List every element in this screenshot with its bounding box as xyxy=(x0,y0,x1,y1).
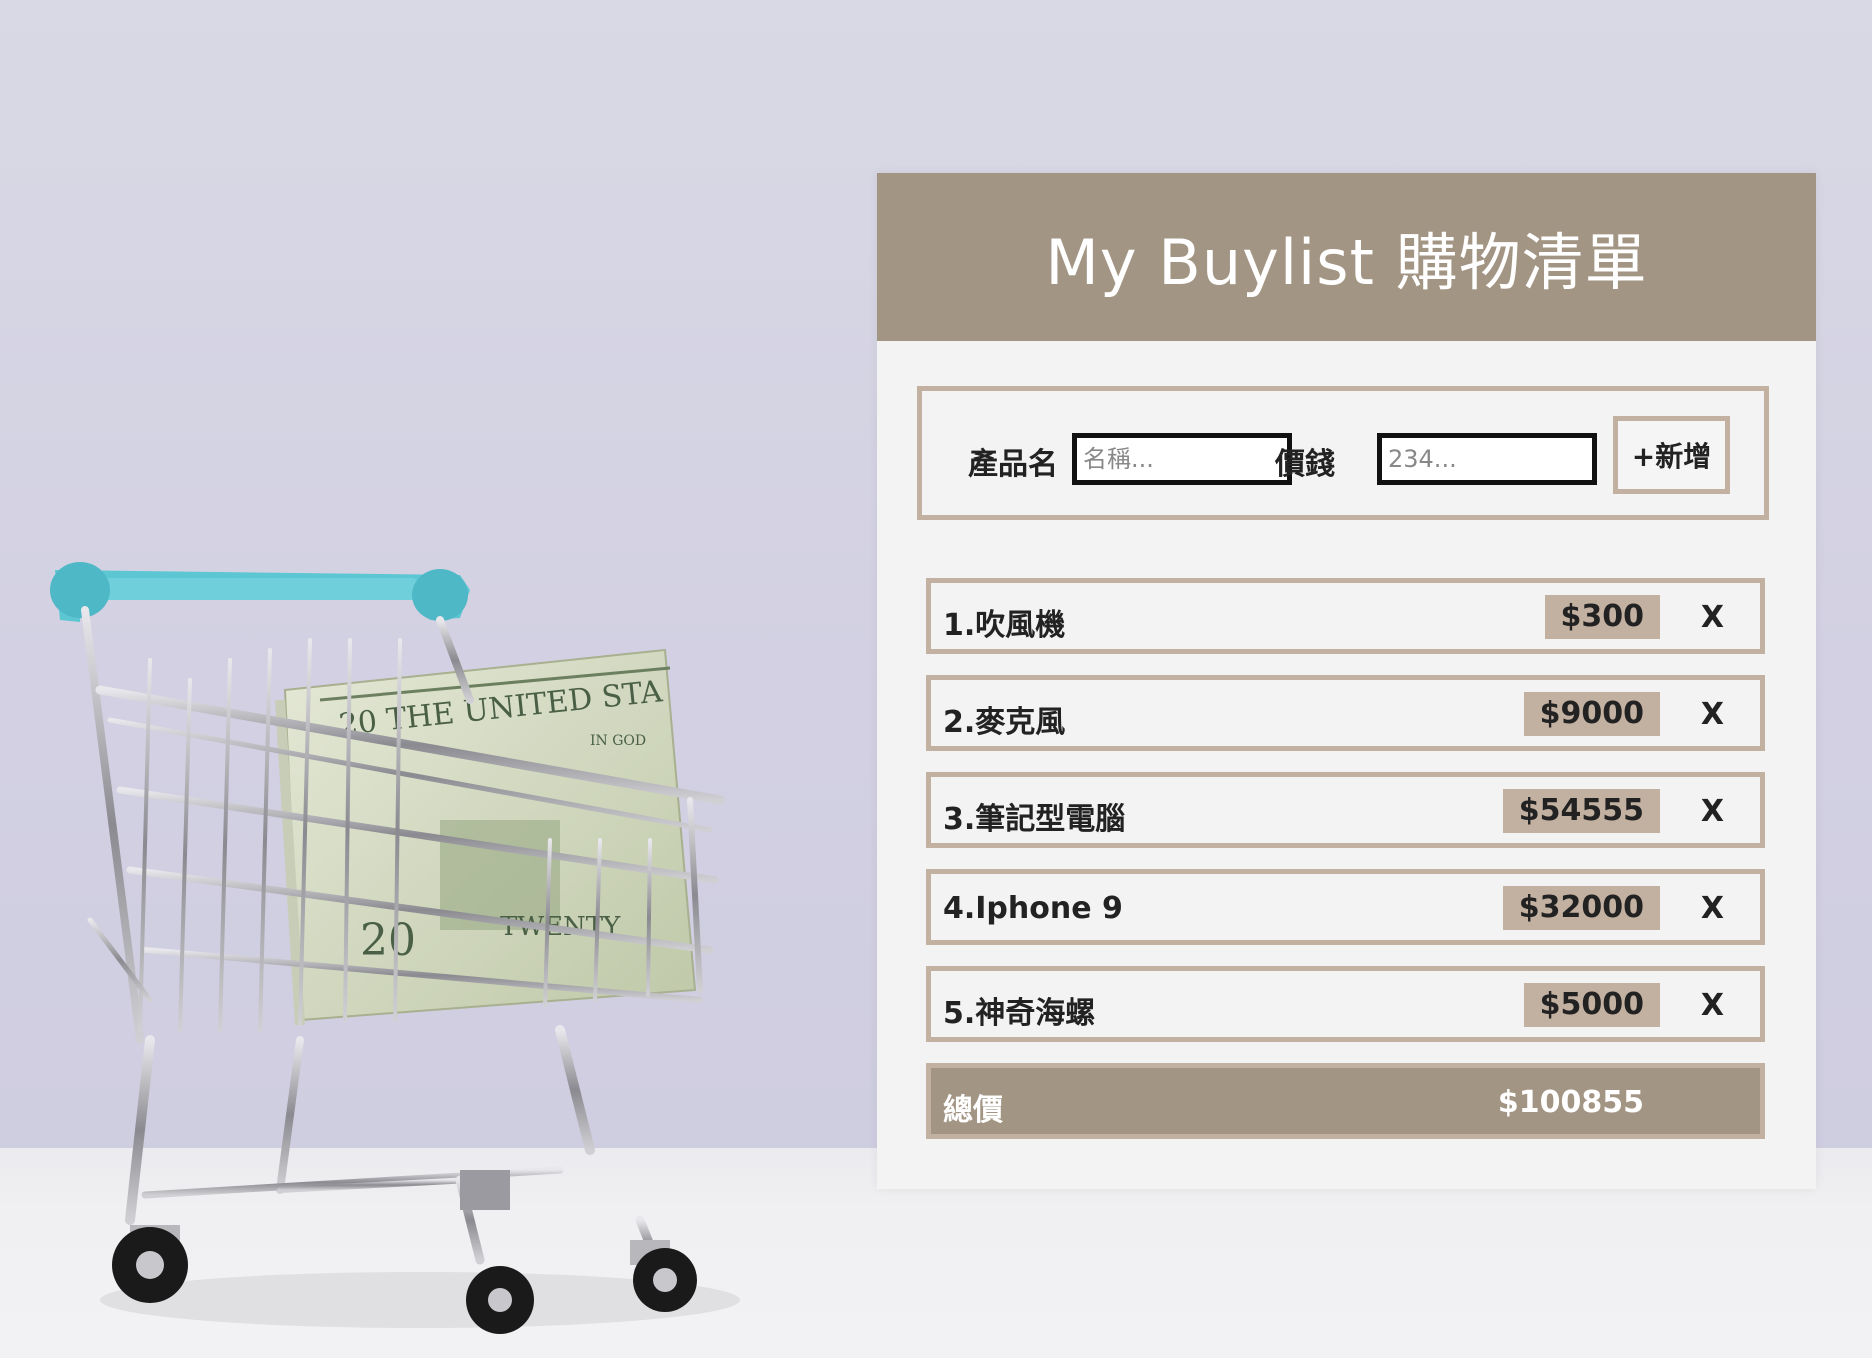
product-name-input[interactable] xyxy=(1072,433,1292,485)
item-price: $5000 xyxy=(1523,983,1660,1027)
list-item: 4.Iphone 9 $32000 X xyxy=(926,869,1765,945)
item-price: $54555 xyxy=(1502,789,1660,833)
item-price: $9000 xyxy=(1523,692,1660,736)
total-value: $100855 xyxy=(1497,1085,1644,1120)
list-item: 1.吹風機 $300 X xyxy=(926,578,1765,654)
card-header: My Buylist 購物清單 xyxy=(877,173,1816,341)
svg-text:20: 20 xyxy=(360,915,416,966)
price-label: 價錢 xyxy=(1275,447,1335,482)
item-name: 2.麥克風 xyxy=(943,705,1066,740)
item-name: 5.神奇海螺 xyxy=(943,996,1096,1031)
buylist-card: My Buylist 購物清單 產品名 價錢 +新增 1.吹風機 $300 X … xyxy=(877,173,1816,1189)
add-button[interactable]: +新增 xyxy=(1613,416,1730,494)
item-name: 3.筆記型電腦 xyxy=(943,802,1126,837)
item-price: $32000 xyxy=(1502,886,1660,930)
product-name-label: 產品名 xyxy=(968,447,1058,482)
list-item: 5.神奇海螺 $5000 X xyxy=(926,966,1765,1042)
price-input[interactable] xyxy=(1377,433,1597,485)
add-item-form: 產品名 價錢 +新增 xyxy=(917,386,1769,520)
item-name: 4.Iphone 9 xyxy=(943,891,1123,926)
total-row: 總價 $100855 xyxy=(926,1063,1765,1139)
delete-button[interactable]: X xyxy=(1701,600,1724,635)
list-item: 3.筆記型電腦 $54555 X xyxy=(926,772,1765,848)
delete-button[interactable]: X xyxy=(1701,794,1724,829)
delete-button[interactable]: X xyxy=(1701,988,1724,1023)
list-item: 2.麥克風 $9000 X xyxy=(926,675,1765,751)
delete-button[interactable]: X xyxy=(1701,891,1724,926)
cart-handle xyxy=(50,562,470,622)
svg-text:IN GOD: IN GOD xyxy=(590,733,646,749)
page-title: My Buylist 購物清單 xyxy=(1045,226,1648,299)
total-label: 總價 xyxy=(943,1093,1003,1128)
item-name: 1.吹風機 xyxy=(943,608,1066,643)
delete-button[interactable]: X xyxy=(1701,697,1724,732)
item-price: $300 xyxy=(1544,595,1660,639)
